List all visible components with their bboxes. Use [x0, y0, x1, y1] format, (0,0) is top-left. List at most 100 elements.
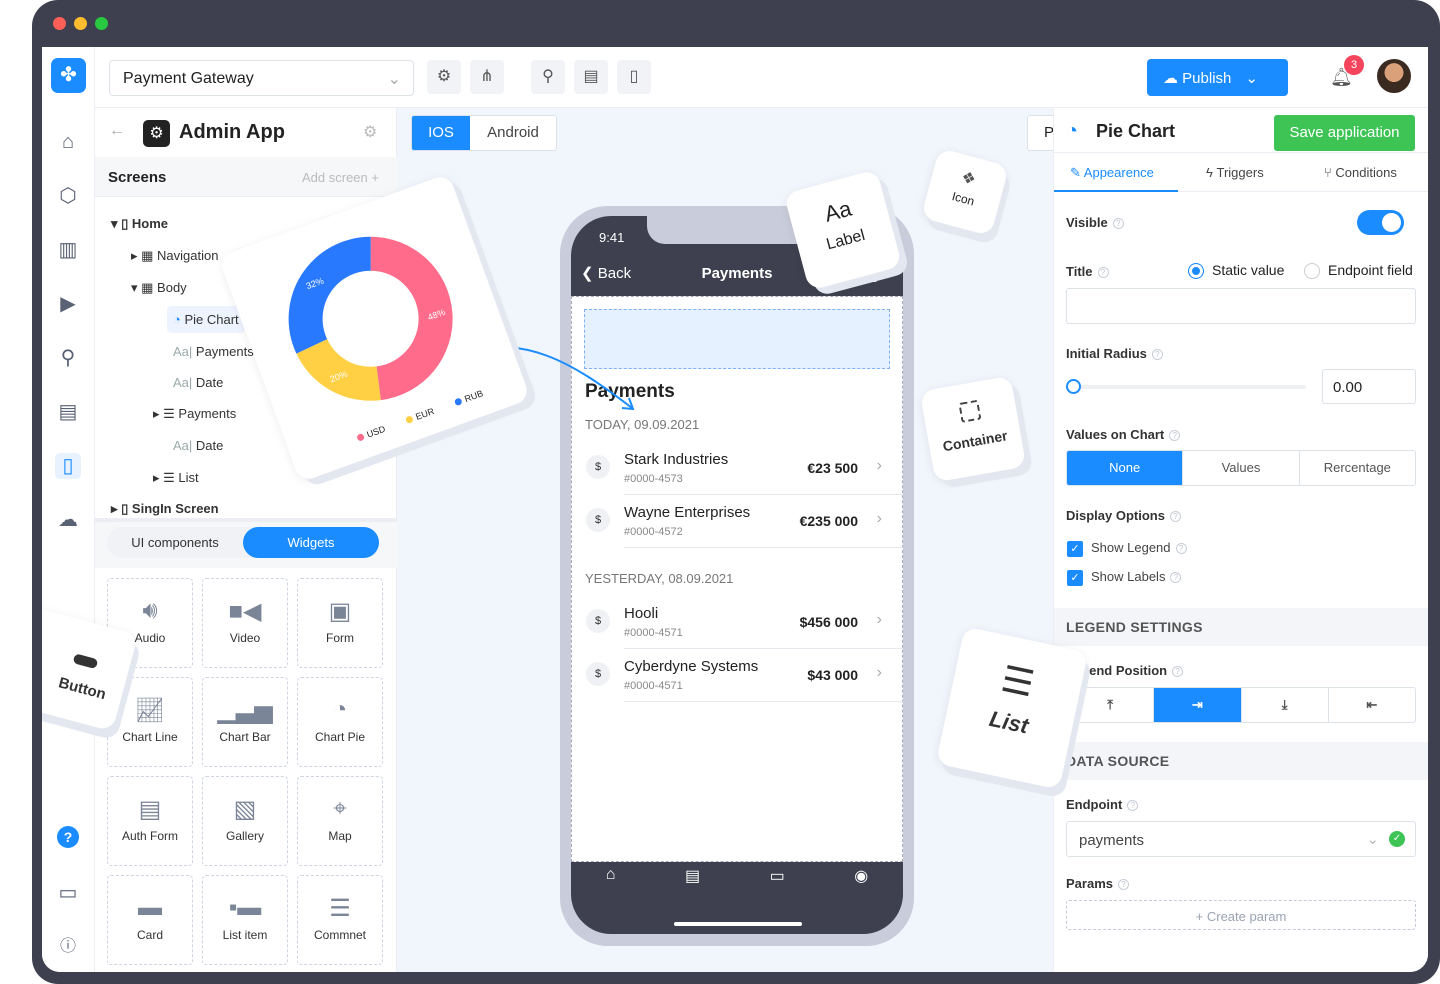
tab-ui-components[interactable]: UI components [107, 527, 243, 558]
values-values-button[interactable]: Values [1183, 451, 1300, 485]
create-param-button[interactable]: + Create param [1066, 900, 1416, 930]
back-arrow-icon[interactable]: ← [109, 122, 125, 140]
tree-item-body[interactable]: ▾ ▦ Body [131, 280, 187, 296]
plug-icon[interactable]: ⚲ [55, 345, 81, 371]
widget-form[interactable]: ▣ Form [297, 578, 383, 668]
show-legend-checkbox[interactable]: ✓ Show Legend? [1067, 540, 1187, 557]
mobile-button[interactable]: ▯ [617, 60, 651, 94]
component-tabs: UI components Widgets [107, 527, 379, 558]
tab-triggers[interactable]: ϟ Triggers [1206, 165, 1264, 180]
label-text: Endpoint [1066, 797, 1123, 812]
legend-right-button[interactable]: ⇥ [1154, 688, 1242, 722]
transaction-row[interactable]: $ Wayne Enterprises #0000-4572 €235 000 › [586, 496, 903, 548]
tree-label: Body [157, 280, 187, 295]
visible-toggle[interactable] [1357, 210, 1404, 235]
radio-endpoint-field[interactable]: Endpoint field [1304, 262, 1413, 280]
tree-item-pie-chart[interactable]: ◔ Pie Chart [167, 306, 245, 333]
tree-item-date[interactable]: Aa| Date [173, 375, 223, 390]
tree-item-list[interactable]: ▸ ☰ List [153, 470, 199, 486]
radius-slider[interactable] [1066, 379, 1306, 394]
show-labels-checkbox[interactable]: ✓ Show Labels? [1067, 569, 1182, 586]
project-select[interactable]: Payment Gateway ⌄ [109, 60, 414, 96]
plug-button[interactable]: ⚲ [531, 60, 565, 94]
properties-panel: ◔ Pie Chart ⓘ 🗑︎ ✎ Appearence ϟ Triggers… [1053, 108, 1428, 972]
docs-icon[interactable]: ▭ [55, 880, 81, 906]
tab-ios[interactable]: IOS [412, 116, 470, 150]
tree-item-payments-label[interactable]: Aa| Payments [173, 344, 254, 359]
app-settings-icon[interactable]: ⚙ [363, 122, 377, 142]
slider-handle[interactable] [1066, 379, 1081, 394]
tree-label: Date [195, 375, 224, 390]
icon-widget-card[interactable]: ❖ Icon [920, 147, 1010, 237]
add-screen-button[interactable]: Add screen + [302, 170, 379, 185]
help-icon[interactable]: ? [57, 826, 79, 848]
home-icon[interactable]: ⌂ [606, 866, 616, 886]
tree-item-date-2[interactable]: Aa| Date [173, 438, 223, 453]
legend-left-button[interactable]: ⇤ [1329, 688, 1415, 722]
audio-icon: 🔊︎ [142, 597, 158, 624]
info-icon[interactable]: ⓘ [55, 934, 81, 960]
container-widget-card[interactable]: Container [919, 375, 1027, 483]
label-text: Initial Radius [1066, 346, 1147, 361]
widget-video[interactable]: ■◀ Video [202, 578, 288, 668]
widget-list-item[interactable]: ▪▬ List item [202, 875, 288, 965]
transaction-row[interactable]: $ Stark Industries #0000-4573 €23 500 › [586, 443, 903, 495]
tree-item-navigation[interactable]: ▸ ▦ Navigation [131, 248, 218, 264]
widget-chart-bar[interactable]: ▁▃▅ Chart Bar [202, 677, 288, 767]
share-button[interactable]: ⋔ [470, 60, 504, 94]
widget-auth-form[interactable]: ▤ Auth Form [107, 776, 193, 866]
maximize-window-button[interactable] [95, 17, 108, 30]
save-application-button[interactable]: Save application [1274, 115, 1415, 151]
radio-label: Static value [1212, 262, 1285, 278]
mobile-icon[interactable]: ▯ [55, 453, 81, 479]
widget-map[interactable]: ⌖ Map [297, 776, 383, 866]
layout-button[interactable]: ▤ [574, 60, 608, 94]
play-icon[interactable]: ▶ [55, 291, 81, 317]
document-icon[interactable]: ▤ [685, 866, 700, 886]
radio-static-value[interactable]: Static value [1188, 262, 1285, 280]
tree-item-signin[interactable]: ▸ ▯ SingIn Screen [111, 501, 219, 517]
profile-icon[interactable]: ◉ [854, 866, 868, 886]
chat-icon[interactable]: ▭ [770, 866, 785, 886]
home-icon[interactable]: ⌂ [55, 129, 81, 155]
transaction-row[interactable]: $ Cyberdyne Systems #0000-4571 $43 000 › [586, 650, 903, 702]
legend-label: RUB [463, 388, 484, 404]
cube-icon[interactable]: ⬡ [55, 183, 81, 209]
widget-card[interactable]: ▬ Card [107, 875, 193, 965]
tab-conditions[interactable]: ⑂ Conditions [1324, 165, 1397, 180]
tree-item-payments-list[interactable]: ▸ ☰ Payments [153, 406, 236, 422]
tab-android[interactable]: Android [470, 116, 556, 150]
legend-top-button[interactable]: ⤒ [1067, 688, 1155, 722]
minimize-window-button[interactable] [74, 17, 87, 30]
widget-label: Auth Form [121, 829, 178, 843]
widget-gallery[interactable]: ▧ Gallery [202, 776, 288, 866]
transaction-id: #0000-4572 [624, 526, 683, 538]
display-label: Display Options? [1066, 508, 1181, 523]
tree-item-home[interactable]: ▾ ▯ Home [111, 216, 168, 232]
transaction-row[interactable]: $ Hooli #0000-4571 $456 000 › [586, 597, 903, 649]
endpoint-select[interactable]: payments ⌄ ✓ [1066, 821, 1416, 857]
legend-settings-header: LEGEND SETTINGS [1054, 608, 1428, 646]
values-percentage-button[interactable]: Rercentage [1300, 451, 1415, 485]
widget-chart-pie[interactable]: ◔ Chart Pie [297, 677, 383, 767]
app: ✤ ⌂ ⬡ ▥ ▶ ⚲ ▤ ▯ ☁ ? ▭ ⓘ Payment Gateway ⌄… [42, 47, 1428, 972]
layout-icon[interactable]: ▤ [55, 399, 81, 425]
title-input[interactable] [1066, 288, 1416, 324]
tab-appearence[interactable]: ✎ Appearence [1054, 153, 1178, 192]
values-none-button[interactable]: None [1067, 451, 1184, 485]
legend-dot [405, 416, 413, 424]
tab-widgets[interactable]: Widgets [243, 527, 379, 558]
cloud-upload-icon[interactable]: ☁ [55, 507, 81, 533]
widget-commnet[interactable]: ☰ Commnet [297, 875, 383, 965]
logo-icon[interactable]: ✤ [51, 58, 86, 93]
close-window-button[interactable] [53, 17, 66, 30]
legend-bottom-button[interactable]: ⤓ [1242, 688, 1329, 722]
settings-button[interactable]: ⚙ [427, 60, 461, 94]
board-icon[interactable]: ▥ [55, 237, 81, 263]
publish-button[interactable]: ☁ Publish ⌄ [1147, 59, 1288, 96]
radius-input[interactable]: 0.00 [1322, 369, 1416, 404]
widget-label: Chart Pie [314, 730, 366, 744]
avatar[interactable] [1377, 59, 1411, 93]
phone-screen: 9:41 ▂▄▆ ◠ ▭ ❮ Back Payments + Payments … [571, 216, 903, 934]
chevron-down-icon: ⌄ [1245, 70, 1258, 87]
